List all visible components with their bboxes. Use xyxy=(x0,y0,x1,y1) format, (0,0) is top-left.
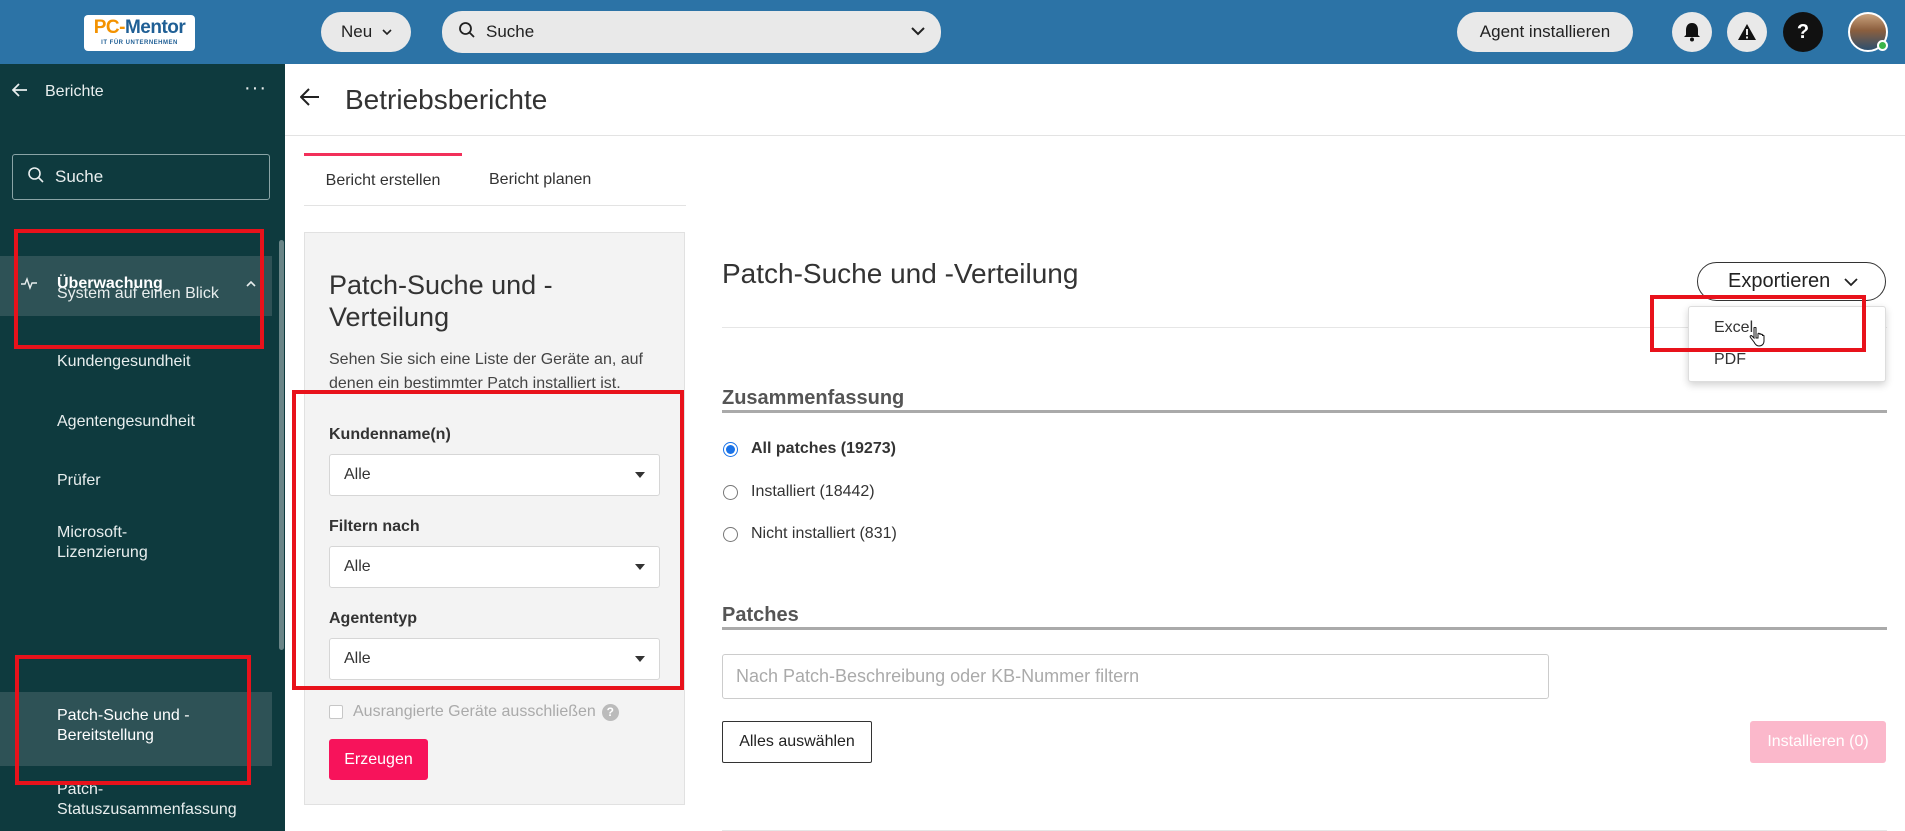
sidebar-item-agent-health[interactable]: Agentengesundheit xyxy=(57,412,257,432)
patches-heading: Patches xyxy=(722,604,799,626)
sidebar-item-checker[interactable]: Prüfer xyxy=(57,471,257,491)
radio-icon[interactable] xyxy=(723,526,738,542)
dropdown-arrow-icon xyxy=(635,472,645,478)
top-bar: PC-Mentor IT FÜR UNTERNEHMEN Neu Suche A… xyxy=(0,0,1905,64)
report-title: Patch-Suche und -Verteilung xyxy=(722,258,1079,289)
radio-selected-icon[interactable] xyxy=(723,441,738,457)
pulse-icon xyxy=(20,276,38,295)
help-icon[interactable]: ? xyxy=(601,703,619,721)
sidebar-item-patch-search[interactable]: Patch-Suche und -Bereitstellung xyxy=(57,706,217,746)
summary-option-not-installed[interactable]: Nicht installiert (831) xyxy=(723,525,897,543)
new-button[interactable]: Neu xyxy=(321,12,411,52)
company-logo[interactable]: PC-Mentor IT FÜR UNTERNEHMEN xyxy=(84,15,195,51)
export-excel-option[interactable]: Excel xyxy=(1714,319,1753,337)
page-header: Betriebsberichte xyxy=(285,64,1905,136)
summary-option-all[interactable]: All patches (19273) xyxy=(723,440,896,458)
back-arrow-icon[interactable] xyxy=(11,81,28,102)
select-all-button[interactable]: Alles auswählen xyxy=(722,721,872,763)
help-icon[interactable]: ? xyxy=(1783,12,1823,52)
hand-cursor-icon xyxy=(1749,326,1765,353)
export-button[interactable]: Exportieren xyxy=(1697,262,1886,301)
search-icon xyxy=(458,21,476,44)
dropdown-arrow-icon xyxy=(635,564,645,570)
agent-install-button[interactable]: Agent installieren xyxy=(1457,12,1633,52)
sidebar-scrollbar[interactable] xyxy=(279,240,284,650)
chevron-down-icon xyxy=(382,25,392,39)
install-button[interactable]: Installieren (0) xyxy=(1750,721,1886,763)
export-dropdown-menu: Excel PDF xyxy=(1688,306,1886,382)
back-arrow-icon[interactable] xyxy=(299,85,320,113)
patches-divider xyxy=(722,627,1887,630)
agent-type-select[interactable]: Alle xyxy=(329,638,660,680)
sidebar-item-microsoft-licensing[interactable]: Microsoft-Lizenzierung xyxy=(57,523,187,563)
sidebar-title: Berichte xyxy=(45,83,104,100)
sidebar: Berichte ··· Suche Überwachung System au… xyxy=(0,64,285,831)
sidebar-header: Berichte ··· xyxy=(0,64,285,120)
sidebar-item-patch-status-summary[interactable]: Patch-Statuszusammenfassung xyxy=(57,780,277,820)
form-title: Patch-Suche und -Verteilung xyxy=(329,270,553,332)
summary-divider xyxy=(722,410,1887,413)
report-form-panel: Patch-Suche und -Verteilung Sehen Sie si… xyxy=(304,232,685,805)
exclude-retired-row: Ausrangierte Geräte ausschließen ? xyxy=(329,703,619,721)
warning-icon[interactable] xyxy=(1727,12,1767,52)
filter-label: Filtern nach xyxy=(329,518,420,535)
search-icon xyxy=(27,166,45,189)
agent-type-label: Agententyp xyxy=(329,610,417,627)
sidebar-search-input[interactable]: Suche xyxy=(12,154,270,200)
global-search[interactable]: Suche xyxy=(442,11,941,53)
tab-schedule-report[interactable]: Bericht planen xyxy=(489,153,591,206)
exclude-retired-label: Ausrangierte Geräte ausschließen xyxy=(353,703,596,720)
generate-button[interactable]: Erzeugen xyxy=(329,739,428,780)
page-title: Betriebsberichte xyxy=(345,84,548,115)
report-tabs: Bericht erstellen Bericht planen xyxy=(304,153,686,206)
sidebar-item-system-overview[interactable]: System auf einen Blick xyxy=(57,284,257,304)
dropdown-arrow-icon xyxy=(635,656,645,662)
summary-heading: Zusammenfassung xyxy=(722,387,905,409)
avatar[interactable] xyxy=(1848,12,1888,52)
filter-select[interactable]: Alle xyxy=(329,546,660,588)
summary-option-installed[interactable]: Installiert (18442) xyxy=(723,483,875,501)
customer-label: Kundenname(n) xyxy=(329,426,451,443)
exclude-retired-checkbox[interactable] xyxy=(329,705,343,719)
export-pdf-option[interactable]: PDF xyxy=(1714,351,1746,369)
more-options-icon[interactable]: ··· xyxy=(244,77,267,100)
tab-create-report[interactable]: Bericht erstellen xyxy=(304,153,462,206)
online-status-icon xyxy=(1877,40,1888,51)
bell-icon[interactable] xyxy=(1672,12,1712,52)
patch-filter-input[interactable]: Nach Patch-Beschreibung oder KB-Nummer f… xyxy=(722,654,1549,699)
sidebar-item-customer-health[interactable]: Kundengesundheit xyxy=(57,352,257,372)
chevron-down-icon[interactable] xyxy=(911,23,925,41)
chevron-down-icon xyxy=(1844,274,1858,290)
form-description: Sehen Sie sich eine Liste der Geräte an,… xyxy=(329,351,643,388)
customer-select[interactable]: Alle xyxy=(329,454,660,496)
radio-icon[interactable] xyxy=(723,484,738,500)
